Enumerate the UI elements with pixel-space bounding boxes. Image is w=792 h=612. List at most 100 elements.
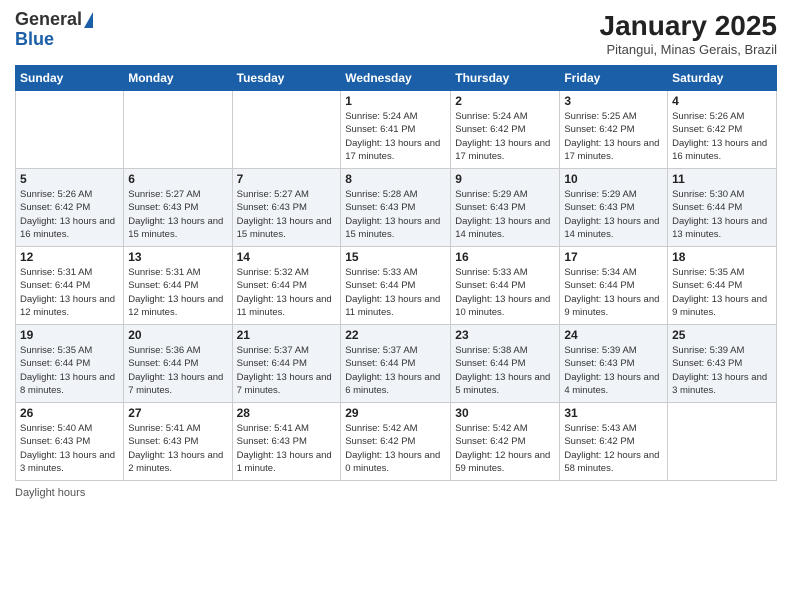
day-info: Sunrise: 5:31 AM Sunset: 6:44 PM Dayligh… <box>128 266 227 319</box>
day-cell: 14 Sunrise: 5:32 AM Sunset: 6:44 PM Dayli… <box>232 247 341 325</box>
day-info: Sunrise: 5:37 AM Sunset: 6:44 PM Dayligh… <box>237 344 337 397</box>
logo: General Blue <box>15 10 93 50</box>
day-cell: 12 Sunrise: 5:31 AM Sunset: 6:44 PM Dayli… <box>16 247 124 325</box>
col-header-tuesday: Tuesday <box>232 66 341 91</box>
day-info: Sunrise: 5:29 AM Sunset: 6:43 PM Dayligh… <box>455 188 555 241</box>
day-info: Sunrise: 5:39 AM Sunset: 6:43 PM Dayligh… <box>672 344 772 397</box>
header: General Blue January 2025 Pitangui, Mina… <box>15 10 777 57</box>
day-number: 3 <box>564 94 663 108</box>
day-cell <box>16 91 124 169</box>
day-number: 14 <box>237 250 337 264</box>
day-number: 2 <box>455 94 555 108</box>
day-cell <box>232 91 341 169</box>
day-number: 15 <box>345 250 446 264</box>
day-info: Sunrise: 5:34 AM Sunset: 6:44 PM Dayligh… <box>564 266 663 319</box>
day-info: Sunrise: 5:33 AM Sunset: 6:44 PM Dayligh… <box>345 266 446 319</box>
col-header-friday: Friday <box>560 66 668 91</box>
day-info: Sunrise: 5:24 AM Sunset: 6:41 PM Dayligh… <box>345 110 446 163</box>
day-number: 1 <box>345 94 446 108</box>
day-number: 19 <box>20 328 119 342</box>
day-info: Sunrise: 5:40 AM Sunset: 6:43 PM Dayligh… <box>20 422 119 475</box>
day-info: Sunrise: 5:28 AM Sunset: 6:43 PM Dayligh… <box>345 188 446 241</box>
day-number: 27 <box>128 406 227 420</box>
day-cell: 28Sunrise: 5:41 AM Sunset: 6:43 PM Dayli… <box>232 403 341 481</box>
day-info: Sunrise: 5:36 AM Sunset: 6:44 PM Dayligh… <box>128 344 227 397</box>
day-cell: 1 Sunrise: 5:24 AM Sunset: 6:41 PM Daylig… <box>341 91 451 169</box>
day-cell <box>124 91 232 169</box>
col-header-monday: Monday <box>124 66 232 91</box>
day-number: 12 <box>20 250 119 264</box>
week-row-1: 1 Sunrise: 5:24 AM Sunset: 6:41 PM Daylig… <box>16 91 777 169</box>
day-info: Sunrise: 5:27 AM Sunset: 6:43 PM Dayligh… <box>237 188 337 241</box>
day-cell: 9 Sunrise: 5:29 AM Sunset: 6:43 PM Daylig… <box>451 169 560 247</box>
col-header-saturday: Saturday <box>668 66 777 91</box>
day-number: 31 <box>564 406 663 420</box>
day-number: 20 <box>128 328 227 342</box>
col-header-sunday: Sunday <box>16 66 124 91</box>
title-block: January 2025 Pitangui, Minas Gerais, Bra… <box>600 10 777 57</box>
col-header-thursday: Thursday <box>451 66 560 91</box>
day-number: 18 <box>672 250 772 264</box>
week-row-4: 19Sunrise: 5:35 AM Sunset: 6:44 PM Dayli… <box>16 325 777 403</box>
day-cell: 17Sunrise: 5:34 AM Sunset: 6:44 PM Dayli… <box>560 247 668 325</box>
day-cell <box>668 403 777 481</box>
day-cell: 3 Sunrise: 5:25 AM Sunset: 6:42 PM Daylig… <box>560 91 668 169</box>
page: General Blue January 2025 Pitangui, Mina… <box>0 0 792 612</box>
week-row-2: 5Sunrise: 5:26 AM Sunset: 6:42 PM Daylig… <box>16 169 777 247</box>
day-cell: 2Sunrise: 5:24 AM Sunset: 6:42 PM Daylig… <box>451 91 560 169</box>
day-cell: 23 Sunrise: 5:38 AM Sunset: 6:44 PM Dayli… <box>451 325 560 403</box>
day-info: Sunrise: 5:25 AM Sunset: 6:42 PM Dayligh… <box>564 110 663 163</box>
day-info: Sunrise: 5:31 AM Sunset: 6:44 PM Dayligh… <box>20 266 119 319</box>
footer-text: Daylight hours <box>15 487 85 499</box>
day-number: 7 <box>237 172 337 186</box>
day-info: Sunrise: 5:26 AM Sunset: 6:42 PM Dayligh… <box>672 110 772 163</box>
day-info: Sunrise: 5:38 AM Sunset: 6:44 PM Dayligh… <box>455 344 555 397</box>
day-cell: 20 Sunrise: 5:36 AM Sunset: 6:44 PM Dayli… <box>124 325 232 403</box>
day-number: 13 <box>128 250 227 264</box>
day-info: Sunrise: 5:42 AM Sunset: 6:42 PM Dayligh… <box>345 422 446 475</box>
day-number: 4 <box>672 94 772 108</box>
day-cell: 19Sunrise: 5:35 AM Sunset: 6:44 PM Dayli… <box>16 325 124 403</box>
day-info: Sunrise: 5:43 AM Sunset: 6:42 PM Dayligh… <box>564 422 663 475</box>
day-info: Sunrise: 5:30 AM Sunset: 6:44 PM Dayligh… <box>672 188 772 241</box>
header-row: SundayMondayTuesdayWednesdayThursdayFrid… <box>16 66 777 91</box>
day-number: 22 <box>345 328 446 342</box>
day-number: 30 <box>455 406 555 420</box>
col-header-wednesday: Wednesday <box>341 66 451 91</box>
day-cell: 18 Sunrise: 5:35 AM Sunset: 6:44 PM Dayli… <box>668 247 777 325</box>
day-number: 8 <box>345 172 446 186</box>
day-info: Sunrise: 5:32 AM Sunset: 6:44 PM Dayligh… <box>237 266 337 319</box>
day-cell: 24 Sunrise: 5:39 AM Sunset: 6:43 PM Dayli… <box>560 325 668 403</box>
day-cell: 8 Sunrise: 5:28 AM Sunset: 6:43 PM Daylig… <box>341 169 451 247</box>
week-row-5: 26 Sunrise: 5:40 AM Sunset: 6:43 PM Dayli… <box>16 403 777 481</box>
day-cell: 27 Sunrise: 5:41 AM Sunset: 6:43 PM Dayli… <box>124 403 232 481</box>
day-cell: 5Sunrise: 5:26 AM Sunset: 6:42 PM Daylig… <box>16 169 124 247</box>
day-info: Sunrise: 5:39 AM Sunset: 6:43 PM Dayligh… <box>564 344 663 397</box>
day-number: 23 <box>455 328 555 342</box>
day-info: Sunrise: 5:41 AM Sunset: 6:43 PM Dayligh… <box>128 422 227 475</box>
day-info: Sunrise: 5:29 AM Sunset: 6:43 PM Dayligh… <box>564 188 663 241</box>
day-cell: 13 Sunrise: 5:31 AM Sunset: 6:44 PM Dayli… <box>124 247 232 325</box>
day-cell: 26 Sunrise: 5:40 AM Sunset: 6:43 PM Dayli… <box>16 403 124 481</box>
week-row-3: 12 Sunrise: 5:31 AM Sunset: 6:44 PM Dayli… <box>16 247 777 325</box>
day-info: Sunrise: 5:33 AM Sunset: 6:44 PM Dayligh… <box>455 266 555 319</box>
day-cell: 21 Sunrise: 5:37 AM Sunset: 6:44 PM Dayli… <box>232 325 341 403</box>
day-cell: 31 Sunrise: 5:43 AM Sunset: 6:42 PM Dayli… <box>560 403 668 481</box>
calendar: SundayMondayTuesdayWednesdayThursdayFrid… <box>15 65 777 481</box>
day-info: Sunrise: 5:37 AM Sunset: 6:44 PM Dayligh… <box>345 344 446 397</box>
day-number: 21 <box>237 328 337 342</box>
logo-general: General <box>15 10 82 30</box>
day-number: 9 <box>455 172 555 186</box>
day-info: Sunrise: 5:42 AM Sunset: 6:42 PM Dayligh… <box>455 422 555 475</box>
day-info: Sunrise: 5:26 AM Sunset: 6:42 PM Dayligh… <box>20 188 119 241</box>
day-cell: 25Sunrise: 5:39 AM Sunset: 6:43 PM Dayli… <box>668 325 777 403</box>
day-number: 28 <box>237 406 337 420</box>
day-cell: 30 Sunrise: 5:42 AM Sunset: 6:42 PM Dayli… <box>451 403 560 481</box>
day-info: Sunrise: 5:27 AM Sunset: 6:43 PM Dayligh… <box>128 188 227 241</box>
day-number: 26 <box>20 406 119 420</box>
day-cell: 22 Sunrise: 5:37 AM Sunset: 6:44 PM Dayli… <box>341 325 451 403</box>
day-cell: 4 Sunrise: 5:26 AM Sunset: 6:42 PM Daylig… <box>668 91 777 169</box>
day-cell: 11Sunrise: 5:30 AM Sunset: 6:44 PM Dayli… <box>668 169 777 247</box>
day-number: 24 <box>564 328 663 342</box>
day-info: Sunrise: 5:35 AM Sunset: 6:44 PM Dayligh… <box>672 266 772 319</box>
